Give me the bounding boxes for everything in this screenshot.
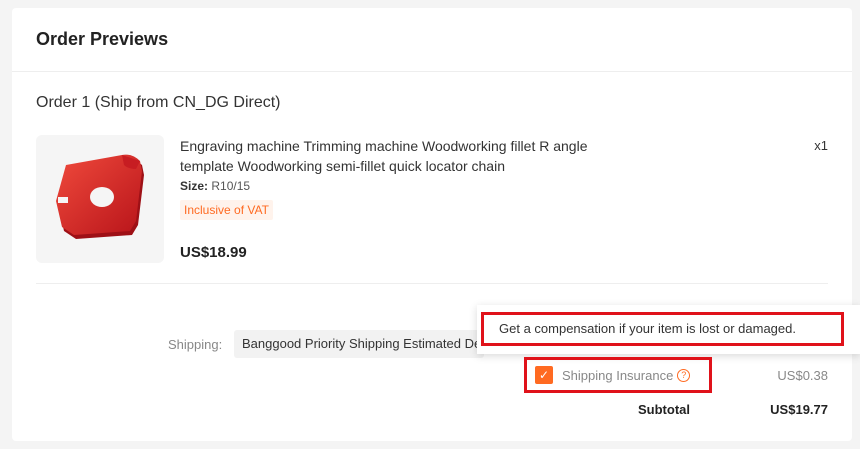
card-header: Order Previews bbox=[12, 8, 852, 72]
subtotal-value: US$19.77 bbox=[770, 402, 828, 417]
product-name[interactable]: Engraving machine Trimming machine Woodw… bbox=[180, 136, 640, 176]
order-title: Order 1 (Ship from CN_DG Direct) bbox=[36, 94, 281, 111]
vat-badge: Inclusive of VAT bbox=[180, 200, 273, 220]
size-value: R10/15 bbox=[211, 179, 251, 193]
product-quantity: x1 bbox=[814, 138, 828, 153]
product-image[interactable] bbox=[36, 135, 164, 263]
insurance-checkbox[interactable]: ✓ bbox=[535, 366, 553, 384]
product-size: Size: R10/15 bbox=[180, 179, 250, 193]
insurance-price: US$0.38 bbox=[777, 368, 828, 383]
divider bbox=[36, 283, 828, 284]
order-previews-card: Order Previews Order 1 (Ship from CN_DG … bbox=[12, 8, 860, 441]
size-label: Size: bbox=[180, 179, 209, 193]
shipping-insurance-option[interactable]: ✓ Shipping Insurance ? bbox=[524, 357, 712, 393]
insurance-tooltip: Get a compensation if your item is lost … bbox=[477, 305, 860, 354]
page-title: Order Previews bbox=[36, 29, 169, 49]
tooltip-text: Get a compensation if your item is lost … bbox=[481, 312, 844, 346]
product-template-icon bbox=[56, 154, 144, 239]
subtotal-label: Subtotal bbox=[638, 402, 690, 417]
shipping-label: Shipping: bbox=[168, 337, 223, 352]
check-icon: ✓ bbox=[538, 368, 550, 382]
insurance-label: Shipping Insurance bbox=[562, 367, 674, 383]
shipping-method-select[interactable]: Banggood Priority Shipping Estimated Del… bbox=[234, 330, 484, 358]
question-circle-icon[interactable]: ? bbox=[677, 368, 691, 382]
product-price: US$18.99 bbox=[180, 244, 247, 261]
